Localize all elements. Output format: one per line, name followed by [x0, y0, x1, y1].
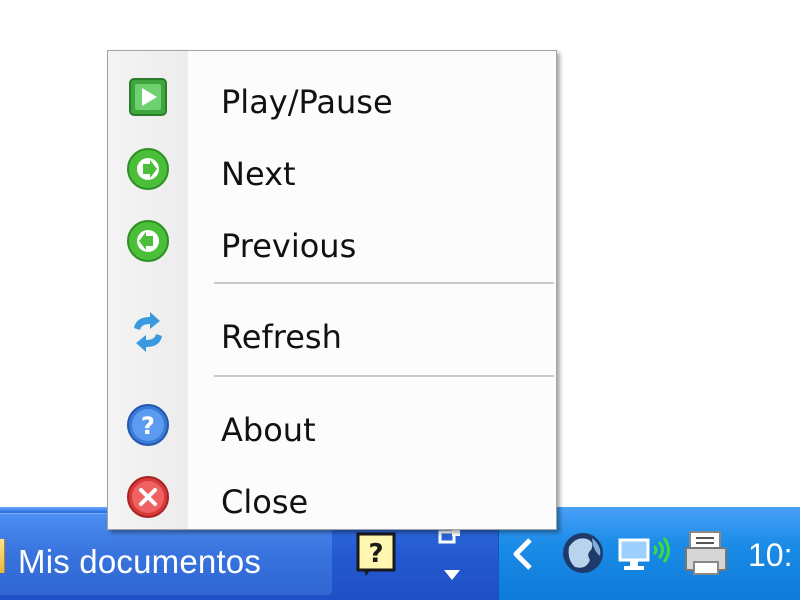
menu-item-label: Close [221, 483, 309, 521]
mini-player-icon[interactable] [436, 528, 468, 584]
close-x-icon [127, 476, 169, 518]
network-icon[interactable] [616, 530, 672, 576]
menu-item-refresh[interactable]: Refresh [108, 296, 556, 360]
menu-item-label: Refresh [221, 318, 342, 356]
menu-item-label: Play/Pause [221, 83, 393, 121]
menu-item-previous[interactable]: Previous [108, 205, 556, 269]
next-arrow-icon [127, 148, 169, 190]
globe-icon[interactable] [560, 530, 606, 576]
chevron-left-icon[interactable] [510, 536, 536, 572]
menu-separator [214, 375, 554, 378]
svg-text:?: ? [368, 539, 383, 569]
menu-item-label: Next [221, 155, 296, 193]
taskbar-window-label: Mis documentos [18, 543, 262, 580]
previous-arrow-icon [127, 220, 169, 262]
menu-item-close[interactable]: Close [108, 461, 556, 525]
help-question-icon: ? [127, 404, 169, 446]
svg-text:?: ? [141, 412, 155, 440]
play-icon [129, 78, 167, 116]
refresh-icon [134, 312, 162, 352]
menu-separator [214, 282, 554, 285]
desktop-screen: Mis documentos ? 10: Play/Pause Next Pre… [0, 0, 800, 600]
help-app-icon[interactable]: ? [356, 532, 398, 578]
menu-item-label: Previous [221, 227, 357, 265]
menu-item-about[interactable]: ? About [108, 389, 556, 453]
menu-item-label: About [221, 411, 316, 449]
menu-item-next[interactable]: Next [108, 133, 556, 197]
taskbar-clock[interactable]: 10: [748, 537, 792, 574]
menu-item-play-pause[interactable]: Play/Pause [108, 61, 556, 125]
tray-context-menu: Play/Pause Next Previous Refresh ? About… [107, 50, 557, 530]
printer-icon[interactable] [682, 528, 732, 578]
folder-icon [0, 539, 5, 573]
